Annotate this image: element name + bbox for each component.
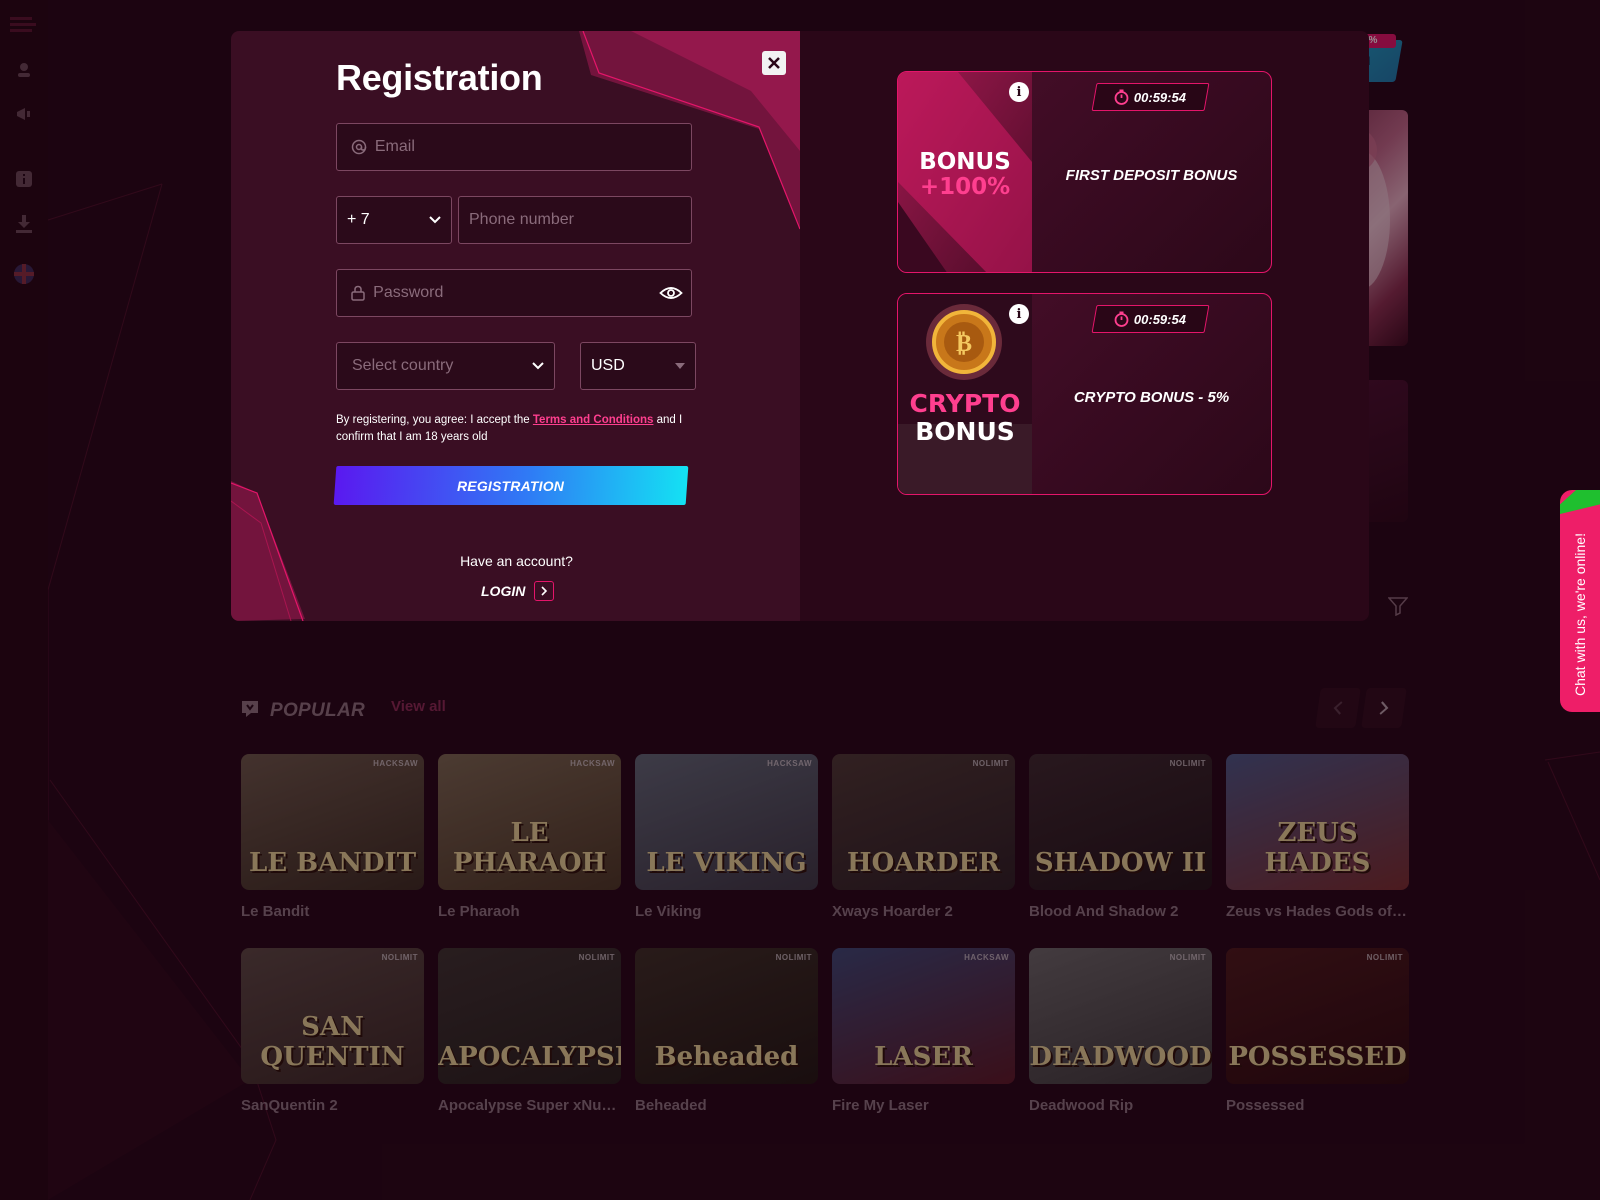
timer-value: 00:59:54 bbox=[1134, 89, 1187, 105]
currency-value: USD bbox=[591, 357, 625, 374]
phone-code-select[interactable]: + 7 bbox=[336, 196, 452, 244]
bonus-image-line1: CRYPTO bbox=[910, 389, 1021, 418]
bonus-card-first-deposit[interactable]: BONUS +100% i 00:59:54 FIRST DEPOSIT BON… bbox=[897, 71, 1272, 273]
timer-value: 00:59:54 bbox=[1134, 311, 1187, 327]
phone-field[interactable] bbox=[458, 196, 692, 244]
phone-input[interactable] bbox=[469, 197, 691, 243]
chat-label: Chat with us, we're online! bbox=[1572, 533, 1588, 696]
bonus-title: FIRST DEPOSIT BONUS bbox=[1065, 167, 1238, 184]
caret-down-icon bbox=[675, 363, 685, 369]
bonus-card-crypto[interactable]: ₿ CRYPTO BONUS i 00:59:54 CRYPTO BONUS -… bbox=[897, 293, 1272, 495]
currency-select[interactable]: USD bbox=[580, 342, 696, 390]
chevron-down-icon bbox=[532, 362, 544, 370]
bonus-image-line2: BONUS bbox=[915, 417, 1015, 446]
registration-form-panel: Registration + 7 bbox=[231, 31, 800, 621]
chevron-right-icon bbox=[534, 581, 555, 601]
registration-modal: Registration + 7 bbox=[231, 31, 1369, 621]
login-label: LOGIN bbox=[481, 583, 526, 599]
bonus-timer: 00:59:54 bbox=[1091, 83, 1210, 111]
bonus-image: ₿ CRYPTO BONUS bbox=[898, 294, 1032, 494]
email-input[interactable] bbox=[374, 124, 691, 170]
bonus-timer: 00:59:54 bbox=[1091, 305, 1210, 333]
password-input[interactable] bbox=[373, 270, 659, 316]
terms-text: By registering, you agree: I accept the … bbox=[336, 414, 683, 443]
eye-icon[interactable] bbox=[659, 285, 683, 301]
lock-icon bbox=[351, 285, 367, 301]
bonus-panel: BONUS +100% i 00:59:54 FIRST DEPOSIT BON… bbox=[800, 31, 1369, 621]
at-icon bbox=[351, 139, 369, 155]
bonus-image-line2: +100% bbox=[920, 174, 1010, 200]
chat-widget[interactable]: Chat with us, we're online! bbox=[1560, 490, 1600, 712]
stopwatch-icon bbox=[1115, 311, 1129, 327]
online-indicator bbox=[1560, 490, 1600, 514]
registration-button-label: REGISTRATION bbox=[457, 477, 565, 494]
bonus-image-line1: BONUS bbox=[919, 149, 1011, 175]
info-icon[interactable]: i bbox=[1009, 304, 1029, 324]
password-field[interactable] bbox=[336, 269, 692, 317]
stopwatch-icon bbox=[1115, 89, 1129, 105]
terms-link[interactable]: Terms and Conditions bbox=[533, 414, 654, 426]
registration-title: Registration bbox=[336, 57, 543, 98]
close-icon bbox=[768, 57, 780, 69]
chevron-down-icon bbox=[429, 216, 441, 224]
bonus-image: BONUS +100% bbox=[898, 72, 1032, 272]
modal-decoration bbox=[231, 31, 800, 621]
registration-button[interactable]: REGISTRATION bbox=[333, 466, 689, 505]
bonus-title: CRYPTO BONUS - 5% bbox=[1073, 389, 1230, 406]
phone-code-value: + 7 bbox=[347, 211, 370, 228]
login-button[interactable]: LOGIN bbox=[481, 581, 555, 601]
have-account-text: Have an account? bbox=[460, 553, 573, 569]
email-field[interactable] bbox=[336, 123, 692, 171]
close-button[interactable] bbox=[762, 51, 786, 75]
country-placeholder: Select country bbox=[352, 357, 454, 374]
info-icon[interactable]: i bbox=[1009, 82, 1029, 102]
svg-text:₿: ₿ bbox=[956, 328, 972, 357]
country-select[interactable]: Select country bbox=[336, 342, 555, 390]
